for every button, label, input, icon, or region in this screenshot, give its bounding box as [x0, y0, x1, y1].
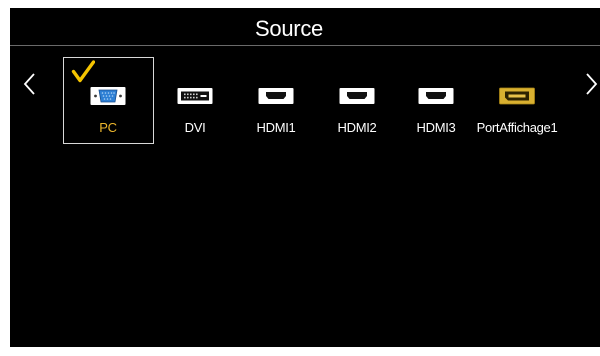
chevron-right-icon[interactable] [583, 72, 599, 96]
displayport-connector-icon [499, 86, 535, 106]
hdmi-connector-icon [258, 86, 294, 106]
source-item-portaffichage1[interactable]: PortAffichage1 [467, 86, 567, 138]
vga-connector-icon [90, 86, 126, 106]
hdmi-connector-icon [339, 86, 375, 106]
header-divider [10, 45, 600, 46]
source-label: PortAffichage1 [476, 120, 558, 135]
source-item-pc[interactable]: PC [58, 86, 158, 138]
dvi-connector-icon [177, 86, 213, 106]
chevron-left-icon[interactable] [22, 72, 38, 96]
checkmark-icon [71, 60, 95, 84]
page-title: Source [255, 16, 323, 41]
source-label: PC [99, 120, 117, 135]
hdmi-connector-icon [418, 86, 454, 106]
